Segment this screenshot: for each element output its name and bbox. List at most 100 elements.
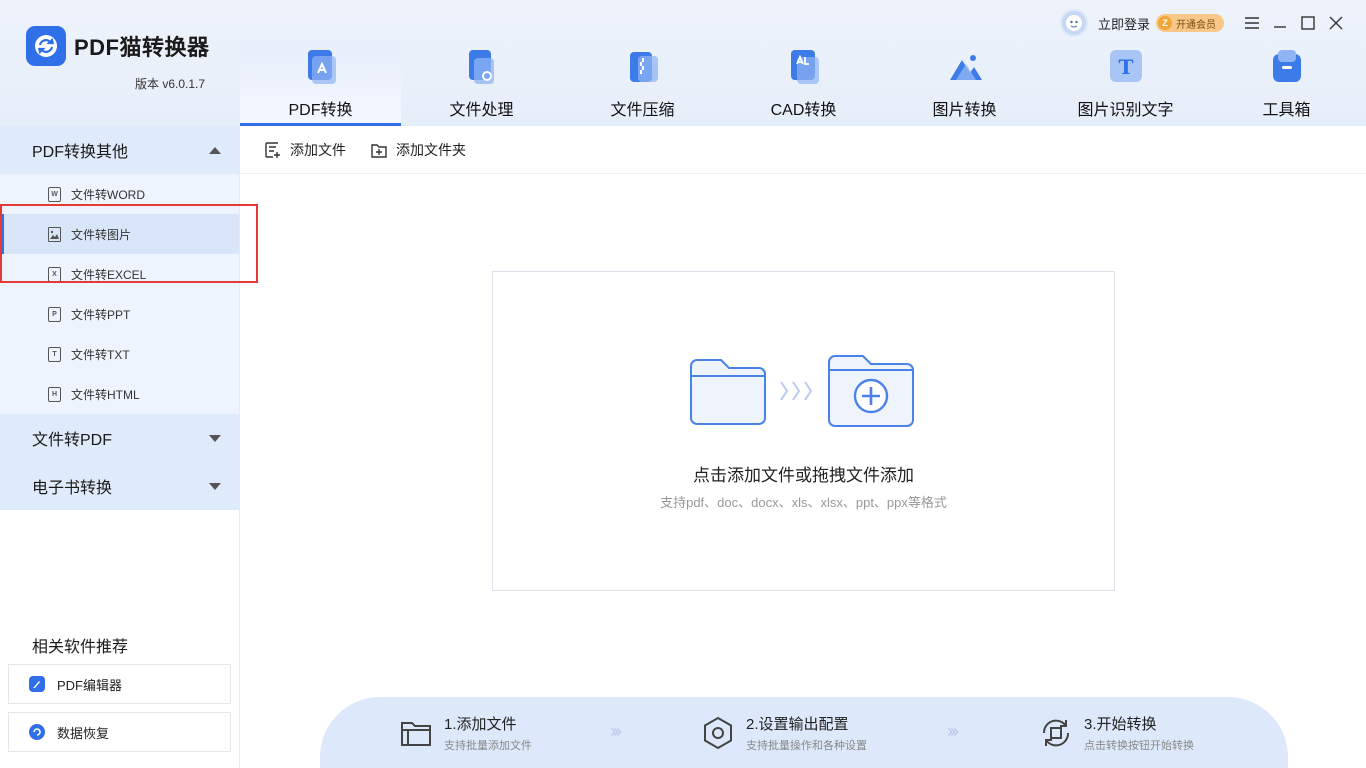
maximize-button[interactable] (1294, 9, 1322, 37)
recommend-title: 相关软件推荐 (32, 639, 129, 656)
sidebar-item-label: 文件转HTML (71, 387, 140, 402)
sidebar-group-file-to-pdf[interactable]: 文件转PDF (0, 414, 239, 462)
maximize-icon (1301, 16, 1315, 30)
user-avatar-icon (1065, 15, 1082, 31)
nav-tab-image-convert[interactable]: 图片转换 (884, 40, 1045, 126)
sidebar-item-to-excel[interactable]: X 文件转EXCEL (0, 254, 239, 294)
step-add-file: 1.添加文件 支持批量添加文件 (398, 713, 532, 753)
sidebar-item-label: 文件转WORD (71, 187, 145, 202)
nav-tab-ocr[interactable]: T 图片识别文字 (1045, 40, 1206, 126)
html-file-icon: H (48, 386, 61, 402)
nav-tab-label: 文件处理 (449, 102, 514, 119)
ppt-file-icon: P (48, 306, 61, 322)
sidebar-group-label: 电子书转换 (32, 480, 113, 497)
sidebar-item-to-html[interactable]: H 文件转HTML (0, 374, 239, 414)
step-separator: ››› (610, 721, 622, 741)
nav-tab-toolbox[interactable]: 工具箱 (1206, 40, 1366, 126)
sidebar-item-label: 文件转EXCEL (71, 267, 147, 282)
recommend-pdf-editor-button[interactable]: PDF编辑器 (8, 664, 231, 704)
caret-down-icon (209, 482, 221, 490)
app-logo (26, 26, 66, 66)
sidebar-item-label: 文件转PPT (71, 307, 131, 322)
file-dropzone[interactable]: 点击添加文件或拖拽文件添加 支持pdf、doc、docx、xls、xlsx、pp… (492, 271, 1115, 591)
user-area: 立即登录 Z 开通会员 (1059, 8, 1366, 38)
sidebar-group-label: 文件转PDF (32, 432, 113, 449)
recovery-icon (29, 724, 45, 740)
nav-tab-label: 文件压缩 (610, 102, 675, 119)
ocr-icon: T (1109, 50, 1142, 82)
dropzone-subtitle: 支持pdf、doc、docx、xls、xlsx、ppt、ppx等格式 (660, 495, 947, 510)
step-output-settings: 2.设置输出配置 支持批量操作和各种设置 (700, 713, 867, 753)
cad-convert-icon (790, 50, 819, 84)
sidebar-item-to-word[interactable]: W 文件转WORD (0, 174, 239, 214)
add-file-icon (265, 141, 280, 158)
dropzone-title: 点击添加文件或拖拽文件添加 (693, 466, 914, 485)
hamburger-menu-icon (1245, 17, 1259, 29)
step-start-convert: 3.开始转换 点击转换按钮开始转换 (1038, 713, 1194, 753)
step-desc: 支持批量添加文件 (444, 740, 532, 752)
app-version: 版本 v6.0.1.7 (135, 77, 206, 91)
svg-text:T: T (1118, 55, 1133, 79)
recommend-data-recovery-button[interactable]: 数据恢复 (8, 712, 231, 752)
steps-bar: 1.添加文件 支持批量添加文件 ››› 2.设置输出配置 支持批量操作和各种设置… (320, 697, 1288, 768)
add-folder-label: 添加文件夹 (396, 141, 466, 158)
sidebar-group-label: PDF转换其他 (32, 144, 129, 161)
file-process-icon (468, 50, 494, 84)
vip-label: 开通会员 (1176, 19, 1216, 31)
step-desc: 点击转换按钮开始转换 (1084, 740, 1194, 752)
main-nav: PDF转换 文件处理 文件压缩 CAD转换 图片转换 T 图片识别文字 工具箱 (240, 40, 1366, 126)
vip-button[interactable]: Z 开通会员 (1156, 14, 1224, 32)
login-link[interactable]: 立即登录 (1098, 14, 1150, 33)
nav-tab-label: 图片识别文字 (1077, 102, 1174, 119)
step-title: 2.设置输出配置 (746, 716, 849, 733)
sidebar-closed-groups: 文件转PDF 电子书转换 (0, 414, 239, 510)
add-file-button[interactable]: 添加文件 (264, 140, 346, 160)
vip-badge-icon: Z (1158, 16, 1172, 30)
sidebar-item-label: 文件转TXT (71, 347, 130, 362)
image-convert-icon (949, 55, 982, 80)
app-header: PDF猫转换器 版本 v6.0.1.7 PDF转换 文件处理 文件压缩 CAD转… (0, 0, 1366, 126)
nav-tab-file-process[interactable]: 文件处理 (401, 40, 562, 126)
toolbox-icon (1272, 50, 1301, 82)
file-compress-icon (629, 52, 658, 82)
recommend-label: PDF编辑器 (57, 677, 123, 693)
sidebar-sub-list: W 文件转WORD 文件转图片 X 文件转EXCEL P 文件转PPT T 文件… (0, 174, 239, 414)
caret-up-icon (209, 146, 221, 154)
sidebar-item-to-txt[interactable]: T 文件转TXT (0, 334, 239, 374)
pdf-convert-icon (307, 50, 336, 84)
recommend-label: 数据恢复 (57, 725, 110, 741)
close-icon (1329, 16, 1343, 30)
add-file-label: 添加文件 (290, 141, 346, 158)
menu-button[interactable] (1238, 9, 1266, 37)
nav-tab-label: PDF转换 (288, 102, 353, 119)
minimize-button[interactable] (1266, 9, 1294, 37)
folder-add-illustration (690, 355, 914, 427)
sidebar-group-pdf-convert-other[interactable]: PDF转换其他 (0, 126, 239, 174)
nav-tab-cad-convert[interactable]: CAD转换 (723, 40, 884, 126)
caret-down-icon (209, 434, 221, 442)
sidebar-item-to-image[interactable]: 文件转图片 (0, 214, 239, 254)
folder-icon (401, 722, 431, 746)
settings-icon (704, 716, 732, 750)
step-title: 1.添加文件 (444, 716, 517, 733)
step-title: 3.开始转换 (1084, 716, 1157, 733)
txt-file-icon: T (48, 346, 61, 362)
close-button[interactable] (1322, 9, 1350, 37)
sidebar-group-ebook-convert[interactable]: 电子书转换 (0, 462, 239, 510)
excel-file-icon: X (48, 266, 61, 282)
word-file-icon: W (48, 186, 61, 202)
toolbar: 添加文件 添加文件夹 (240, 126, 1366, 174)
add-folder-button[interactable]: 添加文件夹 (370, 140, 466, 160)
sidebar-item-label: 文件转图片 (71, 227, 132, 242)
nav-tab-file-compress[interactable]: 文件压缩 (562, 40, 723, 126)
sidebar-item-to-ppt[interactable]: P 文件转PPT (0, 294, 239, 334)
pen-icon (29, 676, 45, 692)
nav-tab-pdf-convert[interactable]: PDF转换 (240, 40, 401, 126)
nav-tab-label: 工具箱 (1262, 102, 1311, 119)
add-folder-icon (371, 143, 387, 158)
avatar[interactable] (1059, 9, 1088, 37)
convert-icon (1042, 719, 1070, 747)
step-desc: 支持批量操作和各种设置 (746, 740, 867, 752)
step-separator: ››› (947, 721, 959, 741)
minimize-icon (1274, 26, 1286, 28)
